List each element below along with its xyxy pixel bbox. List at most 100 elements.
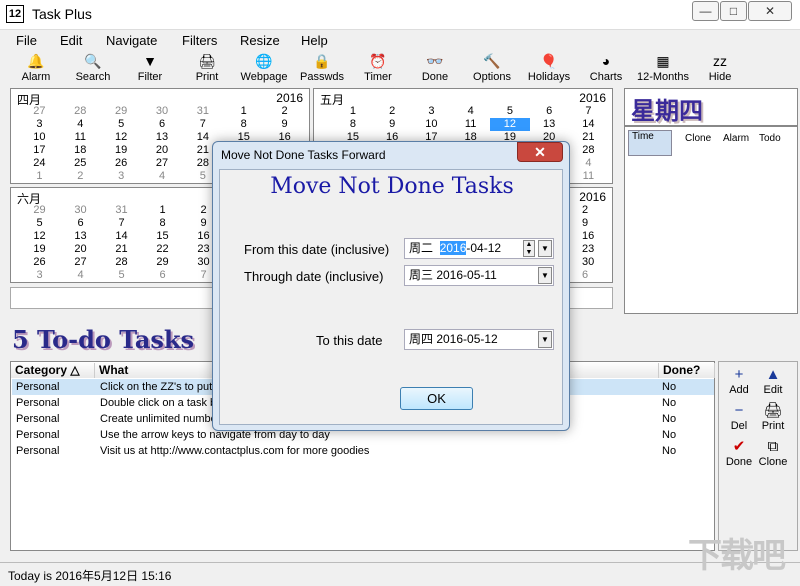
toolbar-search-button[interactable]: 🔍 Search — [63, 52, 123, 86]
toolbar-webpage-button[interactable]: 🌐 Webpage — [234, 52, 294, 86]
calendar-day[interactable]: 5 — [101, 269, 142, 282]
side-clone[interactable]: Clone — [685, 133, 711, 144]
column-done[interactable]: Done? — [659, 363, 715, 378]
calendar-day[interactable]: 30 — [142, 105, 183, 118]
maximize-button[interactable]: □ — [720, 1, 747, 21]
calendar-day[interactable]: 30 — [60, 204, 101, 217]
calendar-day[interactable]: 17 — [19, 144, 60, 157]
calendar-day[interactable] — [294, 105, 333, 118]
toolbar-filter-button[interactable]: ▼ Filter — [120, 52, 180, 86]
calendar-day[interactable]: 14 — [569, 118, 608, 131]
calendar-day[interactable]: 29 — [19, 204, 60, 217]
calendar-day[interactable]: 28 — [60, 105, 101, 118]
calendar-day[interactable]: 9 — [582, 217, 612, 230]
calendar-day[interactable]: 10 — [19, 131, 60, 144]
minimize-button[interactable]: — — [692, 1, 719, 21]
calendar-day[interactable]: 29 — [142, 256, 183, 269]
calendar-day[interactable]: 11 — [60, 131, 101, 144]
calendar-day[interactable]: 23 — [582, 243, 612, 256]
calendar-day[interactable]: 21 — [569, 131, 608, 144]
calendar-day[interactable]: 31 — [182, 105, 223, 118]
date-spinner[interactable]: ▲ ▼ — [523, 240, 535, 257]
calendar-day[interactable]: 18 — [60, 144, 101, 157]
calendar-day[interactable]: 12 — [490, 118, 530, 131]
calendar-day[interactable]: 25 — [60, 157, 101, 170]
chevron-down-icon[interactable]: ▼ — [538, 240, 552, 257]
calendar-day[interactable]: 26 — [19, 256, 60, 269]
calendar-day[interactable]: 1 — [223, 105, 264, 118]
from-year-selected[interactable]: 2016 — [439, 241, 467, 255]
calendar-day[interactable]: 3 — [101, 170, 142, 183]
menu-edit[interactable]: Edit — [60, 33, 82, 48]
calendar-day[interactable]: 12 — [19, 230, 60, 243]
calendar-day[interactable]: 2 — [582, 204, 612, 217]
calendar-day[interactable]: 4 — [60, 118, 101, 131]
todo-add-button[interactable]: + Add — [721, 366, 757, 396]
todo-done-button[interactable]: ✔ Done — [721, 438, 757, 468]
calendar-day[interactable]: 8 — [223, 118, 264, 131]
toolbar-hide-button[interactable]: zz Hide — [690, 52, 750, 86]
toolbar-alarm-button[interactable]: 🔔 Alarm — [6, 52, 66, 86]
menu-resize[interactable]: Resize — [240, 33, 280, 48]
calendar-day[interactable]: 19 — [101, 144, 142, 157]
calendar-day[interactable]: 7 — [182, 118, 223, 131]
toolbar-options-button[interactable]: 🔨 Options — [462, 52, 522, 86]
calendar-day[interactable]: 4 — [451, 105, 490, 118]
calendar-day[interactable]: 16 — [582, 230, 612, 243]
calendar-day[interactable]: 1 — [142, 204, 183, 217]
todo-clone-button[interactable]: ⧉ Clone — [755, 438, 791, 468]
calendar-day[interactable]: 1 — [333, 105, 372, 118]
tab-time[interactable]: Time — [628, 130, 672, 156]
calendar-day[interactable]: 7 — [569, 105, 608, 118]
calendar-day[interactable]: 6 — [582, 269, 612, 282]
todo-print-button[interactable]: 🖨 Print — [755, 402, 791, 432]
calendar-day[interactable]: 3 — [412, 105, 451, 118]
todo-del-button[interactable]: − Del — [721, 402, 757, 432]
calendar-day[interactable]: 14 — [101, 230, 142, 243]
calendar-day[interactable]: 20 — [142, 144, 183, 157]
calendar-day[interactable]: 26 — [101, 157, 142, 170]
calendar-day[interactable]: 4 — [142, 170, 183, 183]
calendar-day[interactable]: 27 — [60, 256, 101, 269]
calendar-day[interactable]: 13 — [60, 230, 101, 243]
column-category[interactable]: Category △ — [11, 363, 95, 378]
calendar-day[interactable]: 8 — [142, 217, 183, 230]
calendar-day[interactable] — [294, 118, 333, 131]
calendar-day[interactable]: 27 — [19, 105, 60, 118]
calendar-day[interactable]: 6 — [142, 118, 183, 131]
calendar-day[interactable]: 10 — [412, 118, 451, 131]
toolbar-charts-button[interactable]: ◕ Charts — [576, 52, 636, 86]
calendar-day[interactable]: 20 — [60, 243, 101, 256]
calendar-day[interactable]: 1 — [19, 170, 60, 183]
calendar-day[interactable]: 19 — [19, 243, 60, 256]
calendar-day[interactable]: 5 — [101, 118, 142, 131]
calendar-day[interactable]: 27 — [142, 157, 183, 170]
calendar-day[interactable]: 24 — [19, 157, 60, 170]
calendar-day[interactable]: 5 — [490, 105, 529, 118]
calendar-day[interactable]: 11 — [451, 118, 490, 131]
table-row[interactable]: Personal Visit us at http://www.contactpl… — [12, 443, 714, 459]
calendar-day[interactable]: 4 — [60, 269, 101, 282]
calendar-day[interactable]: 15 — [142, 230, 183, 243]
menu-navigate[interactable]: Navigate — [106, 33, 157, 48]
calendar-day[interactable]: 2 — [373, 105, 412, 118]
calendar-day[interactable]: 8 — [333, 118, 372, 131]
toolbar-passwds-button[interactable]: 🔒 Passwds — [292, 52, 352, 86]
calendar-day[interactable]: 3 — [19, 269, 60, 282]
side-alarm[interactable]: Alarm — [723, 133, 749, 144]
menu-filters[interactable]: Filters — [182, 33, 217, 48]
calendar-day[interactable]: 12 — [101, 131, 142, 144]
calendar-day[interactable]: 30 — [582, 256, 612, 269]
calendar-day[interactable]: 22 — [142, 243, 183, 256]
calendar-day[interactable]: 29 — [101, 105, 142, 118]
calendar-day[interactable]: 21 — [101, 243, 142, 256]
calendar-day[interactable]: 9 — [373, 118, 412, 131]
toolbar-timer-button[interactable]: ⏰ Timer — [348, 52, 408, 86]
dialog-close-button[interactable]: ✕ — [517, 142, 563, 162]
toolbar-holidays-button[interactable]: 🎈 Holidays — [519, 52, 579, 86]
calendar-day[interactable]: 11 — [569, 170, 608, 183]
close-button[interactable]: ✕ — [748, 1, 792, 21]
menu-help[interactable]: Help — [301, 33, 328, 48]
todo-edit-button[interactable]: ▲ Edit — [755, 366, 791, 396]
toolbar-12-months-button[interactable]: ▦ 12-Months — [633, 52, 693, 86]
